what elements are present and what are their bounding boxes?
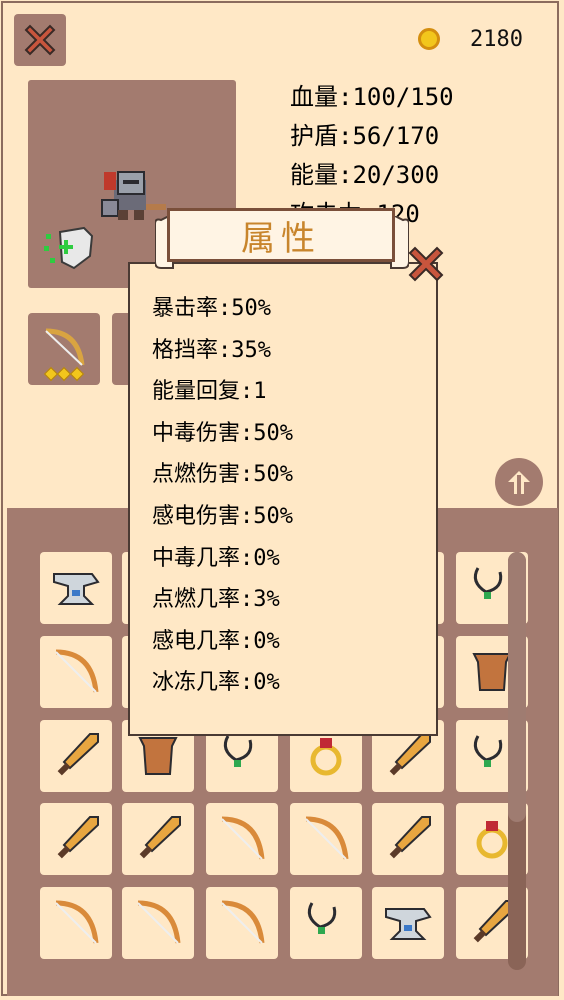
- attribute-line: 感电伤害:50%: [152, 503, 293, 529]
- inventory-slot[interactable]: [372, 887, 444, 959]
- shield-buff-icon: [44, 226, 94, 270]
- inventory-slot[interactable]: [206, 803, 278, 875]
- bow-icon: [137, 900, 181, 944]
- attribute-line: 中毒伤害:50%: [152, 420, 293, 446]
- inventory-slot[interactable]: [290, 803, 362, 875]
- arrow-up-icon: [508, 471, 530, 494]
- scrollbar-thumb[interactable]: [508, 552, 526, 822]
- anvil-icon: [53, 573, 100, 605]
- popup-title-banner: 属性: [155, 208, 409, 269]
- rarity-stars: [28, 366, 100, 382]
- title-box: 属性: [167, 208, 395, 262]
- bow-icon: [55, 649, 99, 693]
- gold-coin-icon: [418, 28, 440, 50]
- attributes-list: 暴击率:50% 格挡率:35% 能量回复:1 中毒伤害:50% 点燃伤害:50% 感电伤害…: [152, 288, 293, 704]
- equip-slot-weapon[interactable]: [28, 313, 100, 385]
- attribute-line: 中毒几率:0%: [152, 545, 280, 571]
- close-x-icon: [408, 246, 444, 282]
- attribute-line: 冰冻几率:0%: [152, 670, 280, 696]
- upgrade-button[interactable]: [495, 458, 543, 506]
- attribute-line: 暴击率:50%: [152, 296, 271, 321]
- inventory-slot[interactable]: [372, 803, 444, 875]
- popup-title: 属性: [241, 218, 321, 259]
- inventory-slot[interactable]: [40, 720, 112, 792]
- bow-icon: [305, 816, 349, 860]
- coin-amount: 2180: [470, 26, 523, 52]
- sword-icon: [57, 816, 99, 859]
- close-button[interactable]: [14, 14, 66, 66]
- attribute-line: 点燃几率:3%: [152, 587, 280, 613]
- stat-shield: 护盾:56/170: [290, 122, 440, 150]
- anvil-icon: [385, 908, 432, 940]
- stat-hp: 血量:100/150: [290, 83, 454, 111]
- bow-icon: [221, 816, 265, 860]
- necklace-icon: [307, 902, 337, 934]
- attributes-popup: 暴击率:50% 格挡率:35% 能量回复:1 中毒伤害:50% 点燃伤害:50% 感电伤害…: [128, 262, 438, 736]
- attribute-line: 能量回复:1: [152, 379, 267, 405]
- inventory-slot[interactable]: [290, 887, 362, 959]
- bow-icon: [221, 900, 265, 944]
- attribute-line: 格挡率:35%: [152, 337, 271, 363]
- inventory-slot[interactable]: [40, 887, 112, 959]
- sword-icon: [139, 816, 181, 859]
- inventory-slot[interactable]: [40, 803, 112, 875]
- stat-energy: 能量:20/300: [290, 161, 440, 189]
- bow-icon: [55, 900, 99, 944]
- inventory-slot[interactable]: [206, 887, 278, 959]
- close-x-icon: [24, 24, 56, 56]
- sword-icon: [389, 816, 431, 859]
- attribute-line: 感电几率:0%: [152, 628, 280, 654]
- sword-icon: [57, 733, 99, 776]
- inventory-slot[interactable]: [122, 803, 194, 875]
- coin-counter: 2180: [418, 24, 523, 54]
- inventory-scrollbar[interactable]: [508, 552, 526, 970]
- inventory-slot[interactable]: [122, 887, 194, 959]
- popup-close-button[interactable]: [406, 244, 446, 284]
- attribute-line: 点燃伤害:50%: [152, 462, 293, 488]
- inventory-slot[interactable]: [40, 636, 112, 708]
- inventory-slot[interactable]: [40, 552, 112, 624]
